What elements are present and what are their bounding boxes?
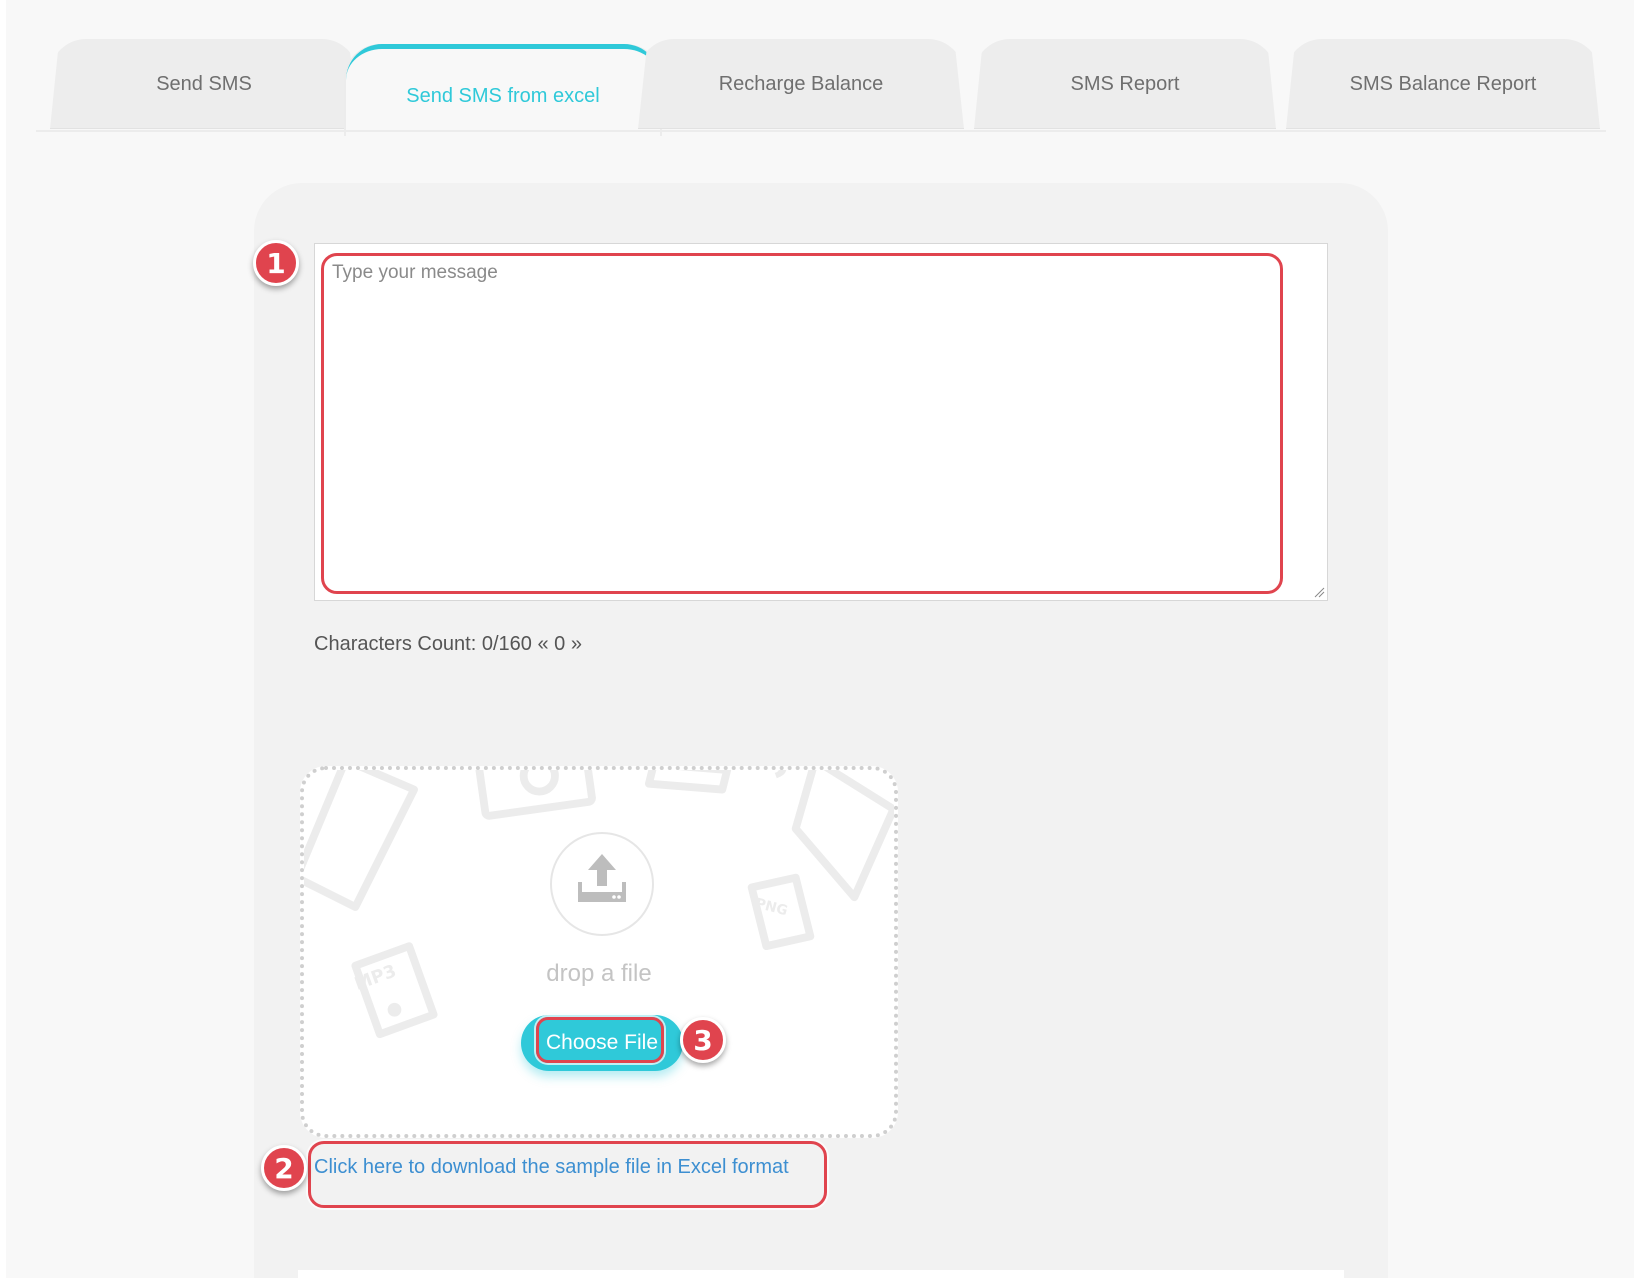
annotation-marker-1: 1 <box>253 240 299 286</box>
message-textarea[interactable] <box>315 244 1327 600</box>
annotation-marker-2: 2 <box>261 1145 307 1191</box>
download-sample-link[interactable]: Click here to download the sample file i… <box>314 1156 789 1179</box>
tab-send-sms[interactable]: Send SMS <box>50 39 358 129</box>
tab-divider <box>36 130 1606 132</box>
choose-file-button[interactable]: Choose File <box>521 1015 683 1071</box>
tab-sms-balance-report[interactable]: SMS Balance Report <box>1286 39 1600 129</box>
upload-circle <box>550 832 654 936</box>
tab-bar: Send SMS Send SMS from excel Recharge Ba… <box>36 36 1606 136</box>
file-dropzone[interactable]: JPG MP3 PNG drop a file Choose File <box>300 766 898 1138</box>
annotation-marker-3: 3 <box>680 1017 726 1063</box>
next-section-edge <box>298 1270 1344 1278</box>
tab-sms-report[interactable]: SMS Report <box>974 39 1276 129</box>
resize-handle-icon[interactable] <box>1313 586 1325 598</box>
tab-recharge-balance[interactable]: Recharge Balance <box>638 39 964 129</box>
upload-icon <box>578 854 626 902</box>
tab-send-sms-from-excel[interactable]: Send SMS from excel <box>346 44 660 136</box>
message-textarea-container <box>314 243 1328 601</box>
dropzone-background-icons: JPG MP3 PNG <box>304 770 894 1039</box>
characters-count: Characters Count: 0/160 « 0 » <box>314 633 582 655</box>
drop-file-label: drop a file <box>546 960 652 987</box>
